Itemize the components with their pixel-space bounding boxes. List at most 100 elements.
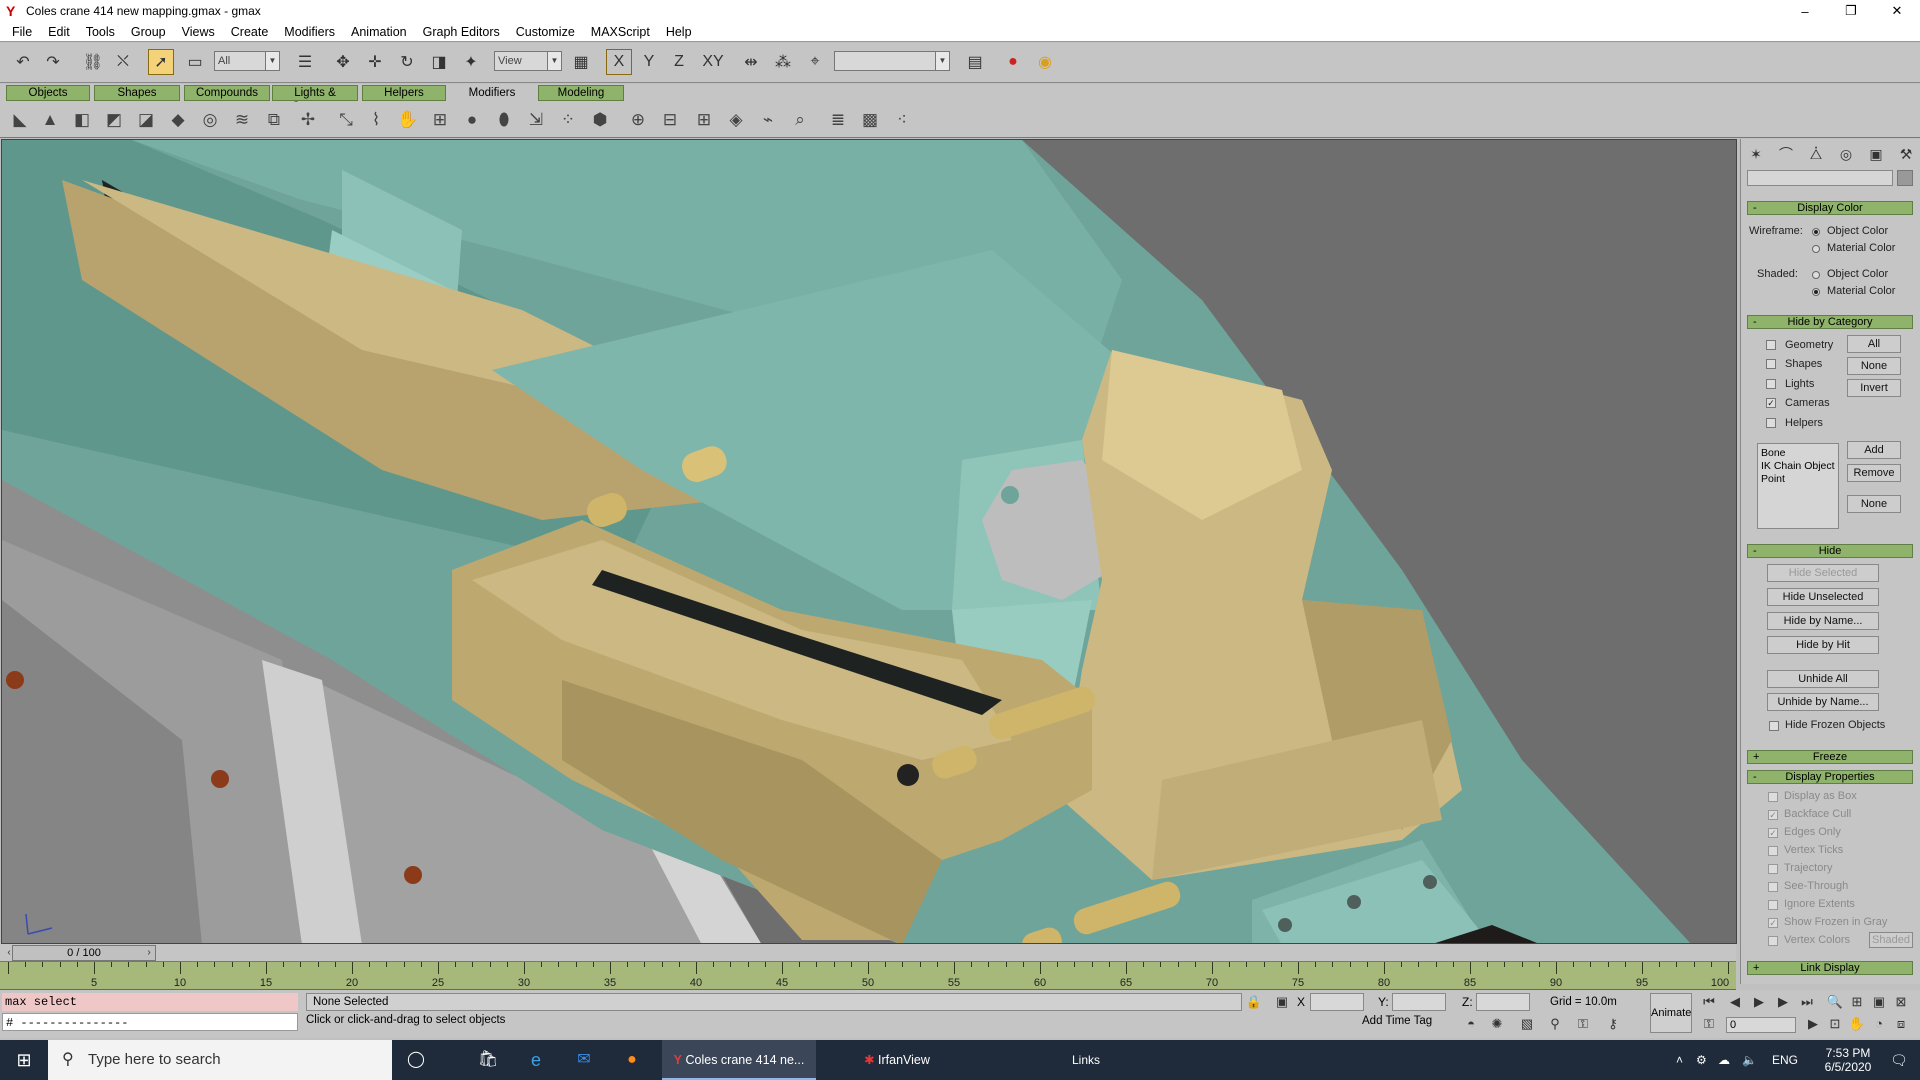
utilities-panel-icon[interactable]: ⚒	[1895, 143, 1917, 165]
zoom-extents-icon[interactable]: ▣	[1870, 993, 1888, 1011]
wireframe-object-color-radio[interactable]	[1812, 228, 1820, 236]
array-icon[interactable]: ⁂	[770, 49, 796, 75]
object-name-field[interactable]	[1747, 170, 1893, 186]
rollout-hide-by-category[interactable]: - Hide by Category	[1747, 315, 1913, 329]
time-next-icon[interactable]: ›	[140, 944, 158, 962]
taskbar-app-gmax[interactable]: Y Coles crane 414 ne...	[662, 1040, 816, 1080]
motion-panel-icon[interactable]: ◎	[1835, 143, 1857, 165]
onedrive-icon[interactable]: ☁	[1718, 1040, 1730, 1080]
axis-z-button[interactable]: Z	[666, 49, 692, 75]
tab-modifiers[interactable]: Modifiers	[450, 85, 534, 101]
mirror-mod-icon[interactable]: ✋	[396, 108, 420, 132]
tab-modeling[interactable]: Modeling	[538, 85, 624, 101]
arc-rotate-icon[interactable]: ◔	[1870, 1015, 1888, 1033]
current-frame-field[interactable]: 0	[1726, 1017, 1796, 1033]
list-item[interactable]: IK Chain Object	[1761, 460, 1835, 473]
uvw-map-icon[interactable]: ⊕	[626, 108, 650, 132]
xform-icon[interactable]: ⤡	[334, 108, 358, 132]
track-bar[interactable]: 5 10 15 20 25 30 35 40 45 50 55 60 65 70 75 80 85 90 95 100	[0, 962, 1736, 990]
select-and-move-icon[interactable]: ✥	[330, 49, 356, 75]
align-icon[interactable]: ⌖	[802, 49, 828, 75]
grid-icon[interactable]: ⊞	[692, 108, 716, 132]
maxscript-listener-output[interactable]: max select	[2, 993, 298, 1011]
key-mode-icon[interactable]: ⚿	[1700, 1015, 1718, 1033]
menu-file[interactable]: File	[4, 25, 40, 39]
firefox-icon[interactable]: ●	[612, 1040, 652, 1080]
z-coord-field[interactable]	[1476, 993, 1530, 1011]
hide-by-hit-button[interactable]: Hide by Hit	[1767, 636, 1879, 654]
hierarchy-panel-icon[interactable]: ⧊	[1805, 143, 1827, 165]
edges-only-checkbox[interactable]: ✓	[1768, 828, 1778, 838]
display-panel-icon[interactable]: ▣	[1865, 143, 1887, 165]
material-editor-icon[interactable]: ●	[1000, 49, 1026, 75]
menu-edit[interactable]: Edit	[40, 25, 78, 39]
rollout-hide[interactable]: - Hide	[1747, 544, 1913, 558]
selection-filter-dropdown[interactable]: All ▼	[214, 51, 280, 71]
zoom-icon[interactable]: 🔍	[1826, 993, 1844, 1011]
key-filter-icon[interactable]: ⚿	[1574, 1015, 1592, 1033]
time-slider[interactable]: 0 / 100	[12, 945, 156, 961]
select-by-name-icon[interactable]: ☰	[292, 49, 318, 75]
path-icon[interactable]: ⌁	[756, 108, 780, 132]
select-and-scale-icon[interactable]: ◨	[426, 49, 452, 75]
named-selection-dropdown[interactable]: ▼	[834, 51, 950, 71]
slice-icon[interactable]: ✢	[296, 108, 320, 132]
tab-lights-cameras[interactable]: Lights & Cameras	[272, 85, 358, 113]
smooth-icon[interactable]: ⁖	[890, 108, 914, 132]
animate-button[interactable]: Animate	[1650, 993, 1692, 1033]
perspective-viewport[interactable]	[1, 139, 1737, 944]
unwrap-icon[interactable]: ⊟	[658, 108, 682, 132]
go-to-start-icon[interactable]: ⏮	[1700, 993, 1718, 1011]
squeeze-icon[interactable]: ◆	[166, 108, 190, 132]
displace-icon[interactable]: ⊞	[428, 108, 452, 132]
tab-shapes[interactable]: Shapes	[94, 85, 180, 101]
notifications-icon[interactable]: 🗨	[1890, 1040, 1908, 1080]
list-item[interactable]: Point	[1761, 473, 1835, 486]
tab-compounds[interactable]: Compounds	[184, 85, 270, 101]
layer-manager-icon[interactable]: ▤	[962, 49, 988, 75]
maximize-button[interactable]: ❐	[1828, 0, 1874, 22]
clock[interactable]: 7:53 PM 6/5/2020	[1818, 1040, 1878, 1080]
edge-browser-icon[interactable]: e	[516, 1040, 556, 1080]
noise-icon[interactable]: ◩	[102, 108, 126, 132]
optimize-icon[interactable]: ⁘	[556, 108, 580, 132]
menu-graph-editors[interactable]: Graph Editors	[415, 25, 508, 39]
maxscript-listener-input[interactable]: # ---------------	[2, 1013, 298, 1031]
axis-x-button[interactable]: X	[606, 49, 632, 75]
spinner-snap-icon[interactable]: ⚲	[1546, 1015, 1564, 1033]
angle-snap-icon[interactable]: ✺	[1488, 1015, 1506, 1033]
taskbar-search-box[interactable]: ⚲ Type here to search	[48, 1040, 392, 1080]
wireframe-material-color-radio[interactable]	[1812, 245, 1820, 253]
previous-frame-icon[interactable]: ◀	[1726, 993, 1744, 1011]
undo-icon[interactable]: ↶	[10, 49, 36, 75]
stretch-icon[interactable]: ◪	[134, 108, 158, 132]
category-all-button[interactable]: All	[1847, 335, 1901, 353]
geometry-checkbox[interactable]	[1766, 340, 1776, 350]
add-time-tag[interactable]: Add Time Tag	[1362, 1015, 1432, 1027]
hide-selected-button[interactable]: Hide Selected	[1767, 564, 1879, 582]
diamond-icon[interactable]: ◈	[724, 108, 748, 132]
snap-icon[interactable]: ✦	[458, 49, 484, 75]
vertex-ticks-checkbox[interactable]	[1768, 846, 1778, 856]
mirror-icon[interactable]: ⇹	[738, 49, 764, 75]
menu-help[interactable]: Help	[658, 25, 700, 39]
unlink-icon[interactable]: ⛌	[110, 49, 136, 75]
menu-tools[interactable]: Tools	[78, 25, 123, 39]
next-frame-icon[interactable]: ▶	[1774, 993, 1792, 1011]
stack-icon[interactable]: ≣	[826, 108, 850, 132]
axis-y-button[interactable]: Y	[636, 49, 662, 75]
menu-maxscript[interactable]: MAXScript	[583, 25, 658, 39]
axis-xy-button[interactable]: XY	[700, 49, 726, 75]
checker-icon[interactable]: ▩	[858, 108, 882, 132]
trajectory-checkbox[interactable]	[1768, 864, 1778, 874]
windows-start-icon[interactable]: ⊞	[0, 1040, 48, 1080]
menu-animation[interactable]: Animation	[343, 25, 415, 39]
go-to-end-icon[interactable]: ⏭	[1798, 993, 1816, 1011]
shapes-checkbox[interactable]	[1766, 359, 1776, 369]
skew-icon[interactable]: ⧉	[262, 108, 286, 132]
sphere-icon[interactable]: ●	[460, 108, 484, 132]
cylinder-icon[interactable]: ⬮	[492, 108, 516, 132]
field-of-view-icon[interactable]: ▶	[1804, 1015, 1822, 1033]
snap-toggle-icon[interactable]: ◓	[1462, 1015, 1480, 1033]
helpers-checkbox[interactable]	[1766, 418, 1776, 428]
